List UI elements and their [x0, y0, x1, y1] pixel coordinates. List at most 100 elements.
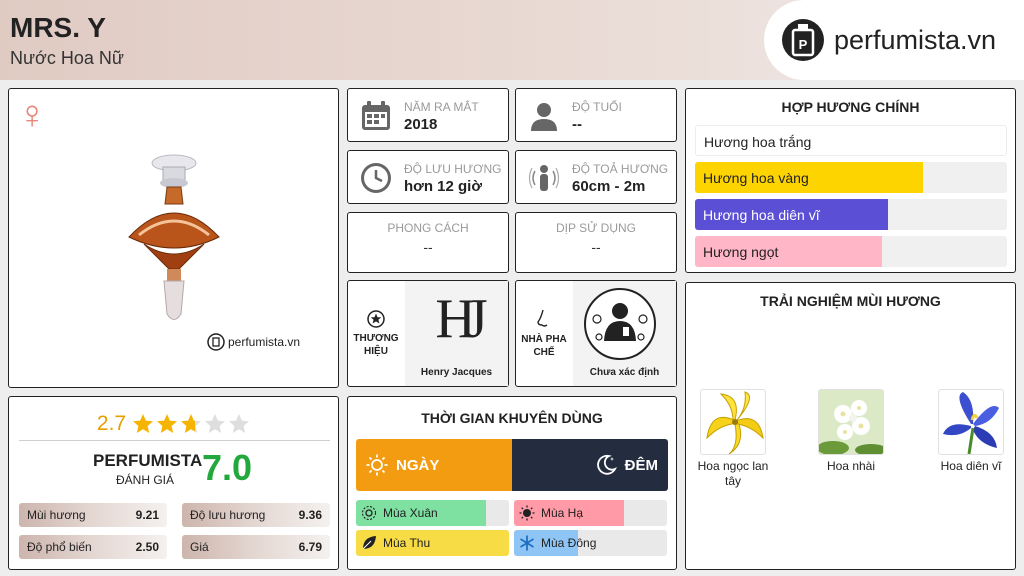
- perfumer-avatar-icon: [584, 288, 656, 360]
- accord-bar: Hương hoa diên vĩ: [695, 199, 1007, 230]
- season-bar: Mùa Hạ: [514, 500, 667, 526]
- brand-label: THƯƠNG HIỆU: [353, 332, 399, 357]
- female-venus-icon: ♀: [17, 93, 47, 137]
- sun-icon: [366, 454, 388, 476]
- release-year-card: NĂM RA MẮT 2018: [347, 88, 509, 142]
- calendar-icon: [362, 101, 390, 130]
- night-label: ĐÊM: [624, 456, 658, 474]
- style-label: PHONG CÁCH: [387, 221, 469, 235]
- brand-star-icon: [367, 309, 385, 328]
- season-label: Mùa Hạ: [541, 506, 584, 520]
- brand-monogram: HJ: [435, 288, 487, 350]
- notes-title: TRẢI NGHIỆM MÙI HƯƠNG: [760, 293, 941, 309]
- day-segment: NGÀY: [356, 439, 512, 491]
- perfumer-side: NHÀ PHA CHẾ: [516, 281, 572, 386]
- metric-label: Mùi hương: [27, 508, 86, 522]
- occasion-value: --: [591, 239, 601, 255]
- longevity-value: hơn 12 giờ: [404, 178, 483, 195]
- brand-logo[interactable]: P perfumista.vn: [764, 0, 1024, 80]
- season-label: Mùa Đông: [541, 536, 597, 550]
- release-year-label: NĂM RA MẮT: [404, 100, 479, 114]
- star-row: [132, 413, 252, 435]
- accord-bar: Hương ngọt: [695, 236, 1007, 267]
- star-rating: 2.7: [19, 407, 330, 441]
- star-icon: [181, 413, 202, 433]
- release-year-value: 2018: [404, 116, 438, 133]
- accord-bar: Hương hoa trắng: [695, 125, 1007, 156]
- note-item[interactable]: Hoa ngọc lan tây: [688, 389, 778, 489]
- sillage-value: 60cm - 2m: [572, 178, 646, 195]
- season-bar: Mùa Đông: [514, 530, 667, 556]
- person-icon: [531, 103, 557, 131]
- sillage-person-icon: [528, 165, 560, 191]
- style-card: PHONG CÁCH --: [347, 212, 509, 273]
- jasmine-flower-icon: [818, 389, 884, 455]
- metric-label: Giá: [190, 540, 209, 554]
- nose-icon: [537, 309, 548, 327]
- longevity-label: ĐỘ LƯU HƯƠNG: [404, 162, 502, 176]
- brand-name: Henry Jacques: [420, 367, 493, 378]
- clock-icon: [361, 163, 391, 193]
- accord-label: Hương hoa diên vĩ: [703, 207, 820, 223]
- perfumer-panel: Chưa xác định: [573, 281, 676, 386]
- longevity-card: ĐỘ LƯU HƯƠNG hơn 12 giờ: [347, 150, 509, 204]
- perfume-bottle-logo-icon: P: [782, 19, 824, 61]
- watermark-logo: perfumista.vn: [207, 333, 300, 351]
- rating-value: 2.7: [96, 411, 127, 435]
- star-icon: [157, 413, 178, 433]
- season-label: Mùa Xuân: [383, 506, 438, 520]
- rating-card: 2.7 PERFUMISTA ĐÁNH GIÁ 7.0 Mùi hương 9.…: [8, 396, 339, 570]
- occasion-label: DỊP SỬ DỤNG: [555, 221, 637, 235]
- metric-price: Giá 6.79: [182, 535, 330, 559]
- brand-side: THƯƠNG HIỆU: [348, 281, 404, 386]
- accord-label: Hương hoa trắng: [704, 134, 812, 150]
- spring-flower-icon: [361, 505, 377, 521]
- metric-longevity: Độ lưu hương 9.36: [182, 503, 330, 527]
- sillage-label: ĐỘ TOẢ HƯƠNG: [572, 162, 669, 176]
- metric-label: Độ lưu hương: [190, 508, 266, 522]
- note-name: Hoa diên vĩ: [940, 459, 1002, 473]
- perfumista-score: 7.0: [202, 447, 253, 488]
- occasion-card: DỊP SỬ DỤNG --: [515, 212, 677, 273]
- main-accords-card: HỢP HƯƠNG CHÍNH Hương hoa trắng Hương hoa…: [685, 88, 1016, 273]
- note-item[interactable]: Hoa nhài: [806, 389, 896, 474]
- star-icon: [205, 413, 226, 433]
- moon-icon: [596, 454, 617, 475]
- perfume-bottle-logo-icon: [207, 333, 225, 351]
- style-value: --: [423, 239, 433, 255]
- note-name: Hoa nhài: [826, 459, 876, 473]
- season-label: Mùa Thu: [383, 536, 431, 550]
- night-segment: ĐÊM: [512, 439, 668, 491]
- metric-value: 6.79: [298, 540, 322, 554]
- rating-sub-label: ĐÁNH GIÁ: [116, 473, 175, 487]
- logo-text: perfumista.vn: [834, 24, 997, 55]
- scent-notes-card: TRẢI NGHIỆM MÙI HƯƠNG Hoa ngọc lan tây H…: [685, 282, 1016, 570]
- brand-card[interactable]: THƯƠNG HIỆU HJ Henry Jacques: [347, 280, 509, 387]
- metric-value: 2.50: [135, 540, 159, 554]
- accords-title: HỢP HƯƠNG CHÍNH: [781, 99, 920, 115]
- metric-popularity: Độ phổ biến 2.50: [19, 535, 167, 559]
- metric-scent: Mùi hương 9.21: [19, 503, 167, 527]
- product-image-card: ♀ perfumista.vn: [8, 88, 339, 388]
- age-card: ĐỘ TUỔI --: [515, 88, 677, 142]
- season-bar: Mùa Xuân: [356, 500, 509, 526]
- recommended-time-card: THỜI GIAN KHUYÊN DÙNG NGÀY ĐÊM Mùa Xuân M…: [347, 396, 677, 570]
- metric-value: 9.21: [135, 508, 159, 522]
- iris-flower-icon: [938, 389, 1004, 455]
- star-icon: [133, 413, 154, 433]
- metric-label: Độ phổ biến: [27, 540, 92, 554]
- watermark-text: perfumista.vn: [228, 335, 301, 349]
- note-name: Hoa ngọc lan tây: [697, 459, 769, 488]
- perfumista-label: PERFUMISTA: [93, 451, 203, 470]
- perfumer-label: NHÀ PHA CHẾ: [521, 333, 567, 358]
- ylang-ylang-flower-icon: [700, 389, 766, 455]
- age-label: ĐỘ TUỔI: [572, 100, 622, 114]
- note-item[interactable]: Hoa diên vĩ: [926, 389, 1016, 474]
- accord-label: Hương hoa vàng: [703, 170, 809, 186]
- star-icon: [229, 413, 250, 433]
- perfumer-card[interactable]: NHÀ PHA CHẾ Chưa xác định: [515, 280, 677, 387]
- sillage-card: ĐỘ TOẢ HƯƠNG 60cm - 2m: [515, 150, 677, 204]
- perfume-bottle-image: [128, 154, 220, 320]
- metric-value: 9.36: [298, 508, 322, 522]
- season-fill: [356, 530, 509, 556]
